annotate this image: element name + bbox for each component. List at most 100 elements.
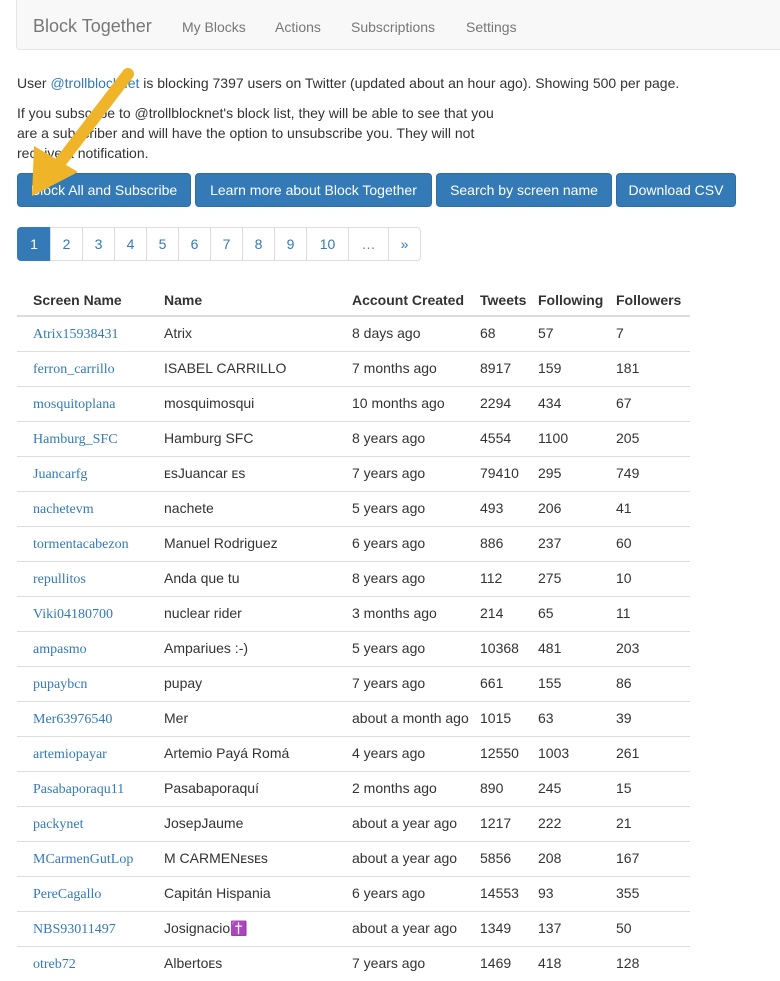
block-summary: User @trollblocknet is blocking 7397 use… <box>17 73 717 93</box>
nav-subscriptions[interactable]: Subscriptions <box>351 17 435 37</box>
brand-link[interactable]: Block Together <box>33 16 152 36</box>
cell-following: 155 <box>538 667 616 702</box>
screen-name-link[interactable]: Atrix15938431 <box>33 327 119 342</box>
screen-name-link[interactable]: Viki04180700 <box>33 607 113 622</box>
page-next[interactable]: » <box>388 227 421 261</box>
cell-following: 57 <box>538 316 616 352</box>
screen-name-link[interactable]: tormentacabezon <box>33 537 129 552</box>
table-row: Atrix15938431Atrix8 days ago68577 <box>17 316 690 352</box>
cell-created: 3 months ago <box>352 597 480 632</box>
nav-my-blocks[interactable]: My Blocks <box>182 17 246 37</box>
cell-tweets: 1217 <box>480 807 538 842</box>
page-4[interactable]: 4 <box>114 227 147 261</box>
cell-followers: 10 <box>616 562 690 597</box>
screen-name-link[interactable]: MCarmenGutLop <box>33 852 133 867</box>
cell-name: Josignacio✝️ <box>164 912 352 947</box>
cell-followers: 60 <box>616 527 690 562</box>
search-screen-name-button[interactable]: Search by screen name <box>436 173 612 207</box>
table-row: tormentacabezonManuel Rodriguez6 years a… <box>17 527 690 562</box>
cell-name: Pasabaporaquí <box>164 772 352 807</box>
cell-tweets: 493 <box>480 492 538 527</box>
cell-name: Hamburg SFC <box>164 422 352 457</box>
screen-name-link[interactable]: ferron_carrillo <box>33 362 115 377</box>
cell-following: 237 <box>538 527 616 562</box>
cell-screen-name: pupaybcn <box>17 667 164 702</box>
cell-followers: 205 <box>616 422 690 457</box>
cell-name: JosepJaume <box>164 807 352 842</box>
cell-created: 7 months ago <box>352 352 480 387</box>
cell-created: 7 years ago <box>352 457 480 492</box>
summary-suffix: is blocking 7397 users on Twitter (updat… <box>139 75 679 91</box>
cell-created: 6 years ago <box>352 877 480 912</box>
screen-name-link[interactable]: Hamburg_SFC <box>33 432 118 447</box>
screen-name-link[interactable]: ampasmo <box>33 642 87 657</box>
table-row: MCarmenGutLopM CARMENᴇsᴇsabout a year ag… <box>17 842 690 877</box>
cell-tweets: 2294 <box>480 387 538 422</box>
cell-tweets: 8917 <box>480 352 538 387</box>
table-row: artemiopayarArtemio Payá Romá4 years ago… <box>17 737 690 772</box>
table-row: Mer63976540Merabout a month ago10156339 <box>17 702 690 737</box>
table-row: Pasabaporaqu11Pasabaporaquí2 months ago8… <box>17 772 690 807</box>
page-3[interactable]: 3 <box>82 227 115 261</box>
screen-name-link[interactable]: otreb72 <box>33 957 76 972</box>
cell-followers: 11 <box>616 597 690 632</box>
screen-name-link[interactable]: Mer63976540 <box>33 712 112 727</box>
table-row: repullitosAnda que tu8 years ago11227510 <box>17 562 690 597</box>
cell-tweets: 14553 <box>480 877 538 912</box>
cell-tweets: 214 <box>480 597 538 632</box>
cell-tweets: 890 <box>480 772 538 807</box>
page-2[interactable]: 2 <box>50 227 83 261</box>
page-5[interactable]: 5 <box>146 227 179 261</box>
page-10[interactable]: 10 <box>306 227 349 261</box>
learn-more-button[interactable]: Learn more about Block Together <box>195 173 432 207</box>
subscribe-notice: If you subscribe to @trollblocknet's blo… <box>17 103 507 163</box>
cell-following: 418 <box>538 947 616 981</box>
user-link[interactable]: @trollblocknet <box>50 75 139 91</box>
table-row: Hamburg_SFCHamburg SFC8 years ago4554110… <box>17 422 690 457</box>
cell-screen-name: ampasmo <box>17 632 164 667</box>
page-7[interactable]: 7 <box>210 227 243 261</box>
cell-followers: 86 <box>616 667 690 702</box>
cell-following: 222 <box>538 807 616 842</box>
page-6[interactable]: 6 <box>178 227 211 261</box>
page-8[interactable]: 8 <box>242 227 275 261</box>
cell-following: 1100 <box>538 422 616 457</box>
pagination: 12345678910…» <box>17 227 421 261</box>
cell-created: 5 years ago <box>352 632 480 667</box>
screen-name-link[interactable]: packynet <box>33 817 84 832</box>
cell-created: 10 months ago <box>352 387 480 422</box>
nav-settings[interactable]: Settings <box>466 17 517 37</box>
cell-screen-name: ferron_carrillo <box>17 352 164 387</box>
cell-tweets: 12550 <box>480 737 538 772</box>
screen-name-link[interactable]: Pasabaporaqu11 <box>33 782 124 797</box>
cell-name: mosquimosqui <box>164 387 352 422</box>
download-csv-button[interactable]: Download CSV <box>616 173 736 207</box>
page-9[interactable]: 9 <box>274 227 307 261</box>
cell-tweets: 1469 <box>480 947 538 981</box>
cell-name: Capitán Hispania <box>164 877 352 912</box>
screen-name-link[interactable]: artemiopayar <box>33 747 107 762</box>
cell-following: 206 <box>538 492 616 527</box>
nav-actions[interactable]: Actions <box>275 17 321 37</box>
cell-name: Atrix <box>164 316 352 352</box>
screen-name-link[interactable]: nachetevm <box>33 502 94 517</box>
page-1[interactable]: 1 <box>17 227 51 261</box>
cell-screen-name: nachetevm <box>17 492 164 527</box>
screen-name-link[interactable]: NBS93011497 <box>33 922 116 937</box>
cell-following: 1003 <box>538 737 616 772</box>
table-row: mosquitoplana mosquimosqui10 months ago22… <box>17 387 690 422</box>
col-followers: Followers <box>616 285 690 316</box>
cell-name: Anda que tu <box>164 562 352 597</box>
table-row: ferron_carrilloISABEL CARRILLO7 months a… <box>17 352 690 387</box>
page-ellipsis: … <box>348 227 389 261</box>
screen-name-link[interactable]: Juancarfg <box>33 467 87 482</box>
cell-tweets: 886 <box>480 527 538 562</box>
cell-tweets: 661 <box>480 667 538 702</box>
cell-screen-name: tormentacabezon <box>17 527 164 562</box>
screen-name-link[interactable]: repullitos <box>33 572 86 587</box>
screen-name-link[interactable]: mosquitoplana <box>33 397 115 412</box>
cell-created: 7 years ago <box>352 947 480 981</box>
block-all-subscribe-button[interactable]: Block All and Subscribe <box>17 173 191 207</box>
screen-name-link[interactable]: PereCagallo <box>33 887 101 902</box>
screen-name-link[interactable]: pupaybcn <box>33 677 87 692</box>
